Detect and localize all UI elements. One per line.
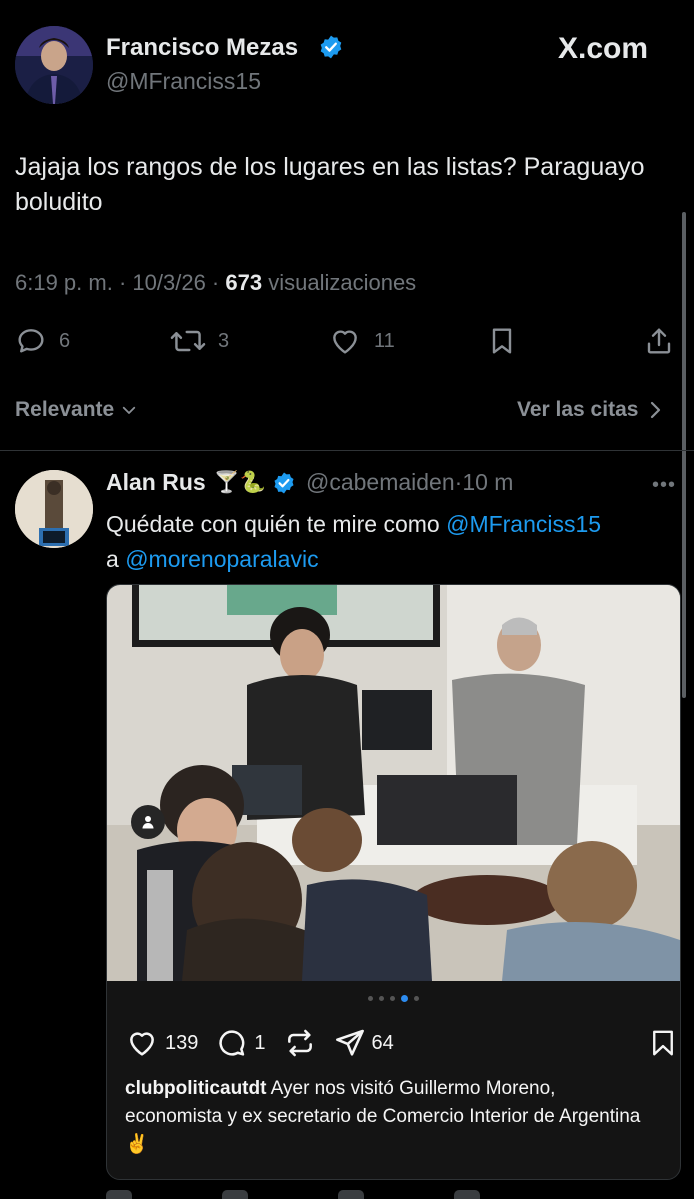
tweet-date[interactable]: 10/3/26 bbox=[132, 270, 205, 295]
reply-author-name[interactable]: Alan Rus bbox=[106, 469, 206, 496]
reply-text-start: Quédate con quién te mire como bbox=[106, 511, 447, 537]
share-icon bbox=[647, 328, 671, 354]
send-icon bbox=[335, 1029, 364, 1056]
repost-icon bbox=[287, 1029, 312, 1057]
tweet-text: Jajaja los rangos de los lugares en las … bbox=[15, 153, 645, 216]
author-name[interactable]: Francisco Mezas bbox=[106, 34, 298, 62]
mention-link[interactable]: @MFranciss15 bbox=[446, 511, 601, 537]
person-icon bbox=[142, 816, 154, 829]
author-avatar[interactable] bbox=[15, 26, 93, 104]
post-caption: clubpoliticautdt Ayer nos visitó Guiller… bbox=[125, 1075, 655, 1159]
views-label: visualizaciones bbox=[268, 270, 417, 295]
ig-share-count: 64 bbox=[371, 1031, 394, 1054]
comment-icon bbox=[219, 1030, 245, 1056]
carousel-dot[interactable] bbox=[390, 996, 395, 1001]
carousel-dot[interactable] bbox=[414, 996, 419, 1001]
sort-dropdown[interactable]: Relevante bbox=[15, 398, 138, 422]
reply-button[interactable]: 6 bbox=[15, 324, 70, 358]
ig-share-button[interactable]: 64 bbox=[334, 1027, 394, 1059]
post-photo[interactable] bbox=[107, 585, 680, 981]
author-handle[interactable]: @MFranciss15 bbox=[106, 68, 261, 95]
carousel-dot[interactable] bbox=[368, 996, 373, 1001]
embedded-post-card[interactable]: 139 1 64 clubpoliticautdt Ayer nos visit… bbox=[106, 584, 681, 1180]
carousel-dot[interactable] bbox=[401, 995, 408, 1002]
tweet-meta: 6:19 p. m. · 10/3/26 · 673 visualizacion… bbox=[15, 270, 417, 295]
reply-time[interactable]: 10 m bbox=[462, 469, 513, 496]
reply-text-middle: a bbox=[106, 546, 126, 572]
carousel-dot[interactable] bbox=[379, 996, 384, 1001]
ig-like-button[interactable]: 139 bbox=[125, 1027, 198, 1059]
tagged-people-button[interactable] bbox=[131, 805, 165, 839]
verified-badge-icon bbox=[274, 472, 294, 493]
reply-avatar[interactable] bbox=[15, 470, 93, 548]
like-button[interactable]: 11 bbox=[328, 324, 395, 358]
view-quotes-link[interactable]: Ver las citas bbox=[517, 398, 662, 422]
reply-count: 6 bbox=[59, 329, 71, 352]
bookmark-icon bbox=[653, 1030, 673, 1056]
heart-icon bbox=[333, 330, 357, 354]
x-logo: X.com bbox=[558, 32, 648, 66]
share-button[interactable] bbox=[643, 324, 675, 358]
more-options-icon[interactable]: ••• bbox=[652, 474, 676, 497]
chevron-down-icon bbox=[123, 406, 136, 414]
verified-badge-icon bbox=[318, 34, 344, 60]
reply-text: Quédate con quién te mire como @MFrancis… bbox=[106, 507, 686, 577]
brand-label: X.com bbox=[558, 32, 649, 65]
ig-comment-button[interactable]: 1 bbox=[216, 1027, 266, 1059]
comment-icon bbox=[18, 329, 44, 353]
mention-link[interactable]: @morenoparalavic bbox=[125, 546, 318, 572]
view-quotes-label: Ver las citas bbox=[517, 398, 639, 421]
tweet-time[interactable]: 6:19 p. m. bbox=[15, 270, 113, 295]
like-count: 11 bbox=[374, 329, 395, 352]
views-count: 673 bbox=[225, 270, 263, 295]
ig-repost-button[interactable] bbox=[284, 1027, 316, 1059]
bookmark-button[interactable] bbox=[486, 324, 518, 358]
reply-author-handle[interactable]: @cabemaiden bbox=[306, 469, 455, 496]
caption-username[interactable]: clubpoliticautdt bbox=[125, 1078, 266, 1099]
ig-save-button[interactable] bbox=[648, 1027, 678, 1059]
repost-icon bbox=[170, 330, 206, 352]
repost-button[interactable]: 3 bbox=[170, 324, 229, 358]
divider bbox=[0, 450, 694, 451]
post-actions: 139 1 64 bbox=[125, 1027, 412, 1059]
sort-label: Relevante bbox=[15, 398, 115, 421]
ig-like-count: 139 bbox=[165, 1031, 199, 1054]
repost-count: 3 bbox=[218, 329, 230, 352]
ig-comment-count: 1 bbox=[254, 1031, 266, 1054]
carousel-indicator[interactable] bbox=[107, 995, 680, 1002]
chevron-right-icon bbox=[651, 401, 661, 419]
heart-icon bbox=[130, 1032, 154, 1056]
reply-author-emojis: 🍸🐍 bbox=[213, 470, 266, 494]
reply-header: Alan Rus 🍸🐍 @cabemaiden · 10 m bbox=[106, 469, 514, 496]
scrollbar[interactable] bbox=[682, 212, 686, 698]
next-reply-actions-cropped bbox=[106, 1190, 686, 1199]
bookmark-icon bbox=[492, 328, 512, 354]
